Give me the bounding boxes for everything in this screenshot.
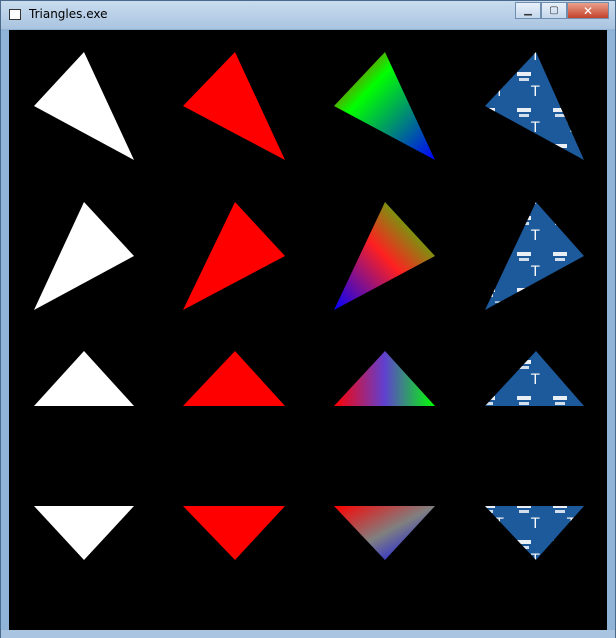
application-window: Triangles.exe ▁ ▢ ✕ T: [0, 0, 616, 638]
triangle-red-row2: [183, 202, 285, 310]
triangle-gradient-row3: [334, 351, 435, 406]
maximize-icon: ▢: [549, 5, 559, 16]
triangle-gradient-row2: [334, 202, 435, 310]
triangle-scene: T: [34, 52, 584, 560]
render-canvas: T: [9, 30, 607, 630]
window-title: Triangles.exe: [29, 7, 108, 21]
triangle-red-row3: [183, 351, 285, 406]
title-bar[interactable]: Triangles.exe ▁ ▢ ✕: [1, 1, 615, 29]
triangle-white-row1: [34, 52, 134, 160]
close-button[interactable]: ✕: [567, 2, 609, 19]
triangle-gradient-row4: [334, 506, 435, 560]
triangle-textured-row1: [485, 52, 584, 160]
triangle-white-row2: [34, 202, 134, 310]
triangle-red-row4: [183, 506, 285, 560]
triangle-textured-row4: [485, 506, 584, 560]
triangle-white-row4: [34, 506, 134, 560]
maximize-button[interactable]: ▢: [541, 2, 567, 19]
triangle-gradient-row1: [334, 52, 435, 160]
close-icon: ✕: [582, 3, 594, 18]
triangle-red-row1: [183, 52, 285, 160]
triangle-textured-row2: [485, 202, 584, 310]
minimize-button[interactable]: ▁: [515, 2, 541, 19]
triangle-textured-row3: [485, 351, 584, 406]
minimize-icon: ▁: [524, 5, 532, 16]
window-controls: ▁ ▢ ✕: [515, 2, 609, 20]
window-bottom-border: [1, 630, 615, 638]
triangle-white-row3: [34, 351, 134, 406]
app-icon: [9, 9, 21, 20]
